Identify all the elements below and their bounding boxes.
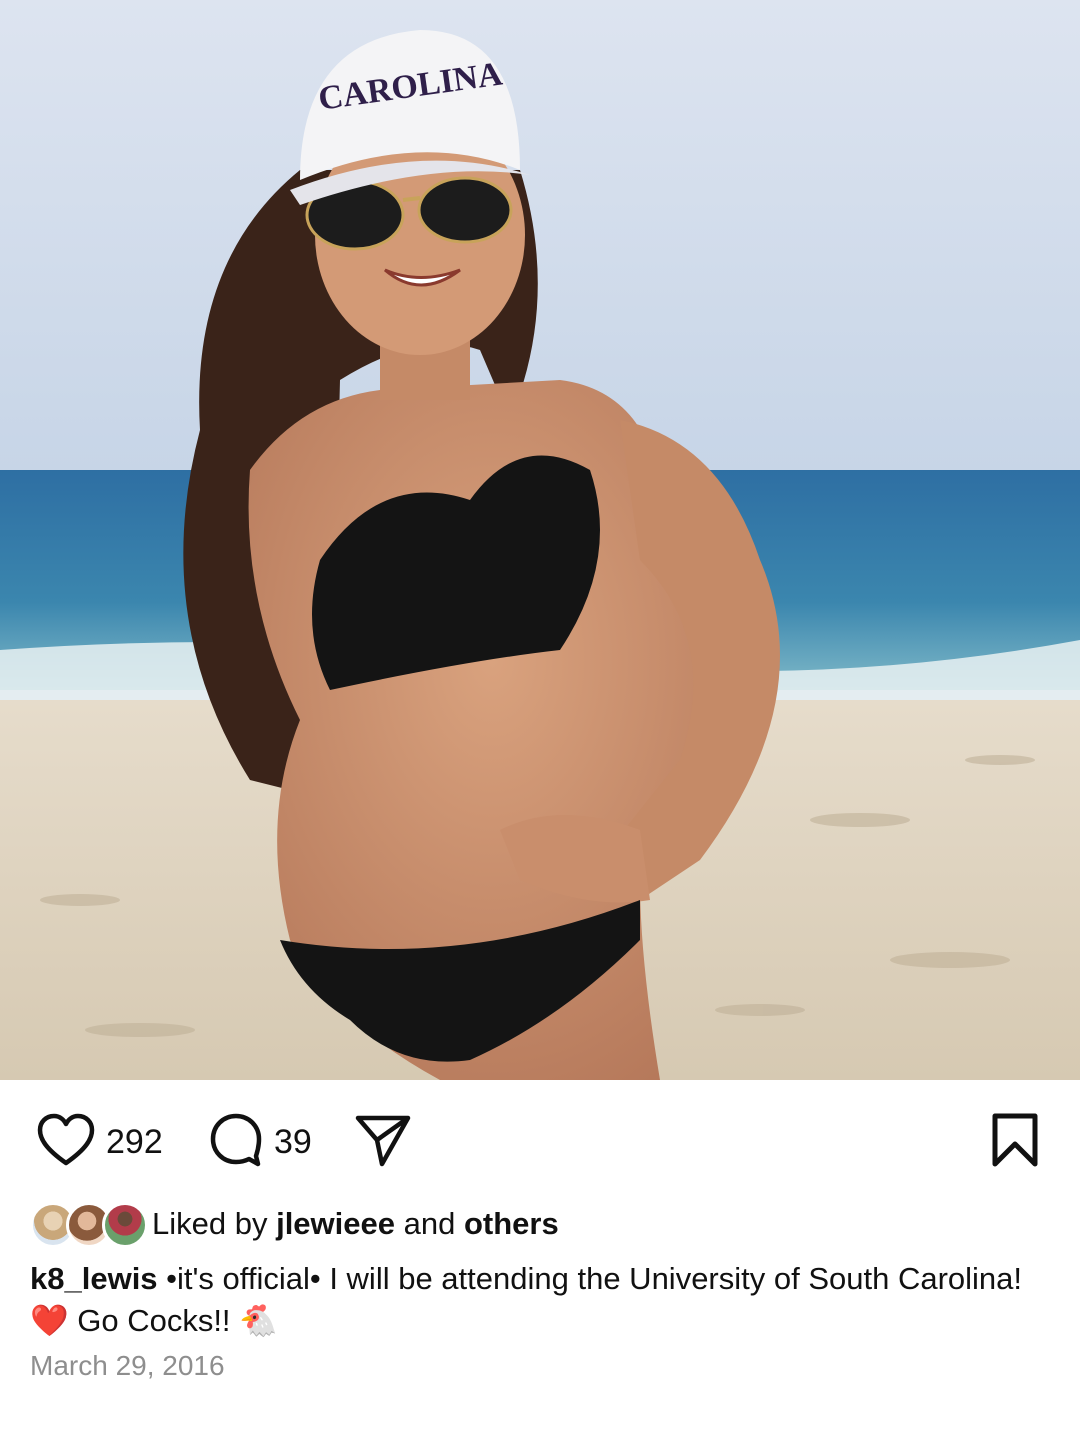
liked-by-prefix: Liked by <box>152 1206 277 1241</box>
liked-by-middle: and <box>395 1206 464 1241</box>
heart-emoji: ❤️ <box>30 1303 69 1338</box>
comment-count[interactable]: 39 <box>274 1123 312 1162</box>
comment-action[interactable]: 39 <box>208 1112 312 1173</box>
comment-icon[interactable] <box>208 1112 264 1173</box>
bookmark-icon[interactable] <box>990 1112 1040 1173</box>
liked-by-others-link[interactable]: others <box>464 1206 559 1241</box>
likes-row[interactable]: Liked by jlewieee and others <box>30 1198 559 1250</box>
like-action[interactable]: 292 <box>36 1113 163 1172</box>
avatar <box>102 1202 148 1248</box>
liked-by-text[interactable]: Liked by jlewieee and others <box>152 1206 559 1242</box>
share-icon[interactable] <box>354 1112 412 1173</box>
heart-icon[interactable] <box>36 1113 96 1172</box>
post-action-bar: 292 39 <box>0 1100 1080 1184</box>
post-date: March 29, 2016 <box>30 1350 225 1381</box>
post-caption: k8_lewis •it's official• I will be atten… <box>30 1258 1040 1342</box>
liker-avatars[interactable] <box>30 1200 148 1248</box>
save-action[interactable] <box>990 1112 1040 1173</box>
caption-text: •it's official• I will be attending the … <box>157 1261 1023 1296</box>
caption-text-2: Go Cocks!! <box>68 1303 240 1338</box>
caption-username[interactable]: k8_lewis <box>30 1261 158 1296</box>
beach-photo: CAROLINA <box>0 0 1080 1080</box>
chicken-emoji: 🐔 <box>239 1303 278 1338</box>
share-action[interactable] <box>354 1114 412 1170</box>
post-photo[interactable]: CAROLINA <box>0 0 1080 1080</box>
like-count[interactable]: 292 <box>106 1123 163 1162</box>
liked-by-user-link[interactable]: jlewieee <box>276 1206 395 1241</box>
